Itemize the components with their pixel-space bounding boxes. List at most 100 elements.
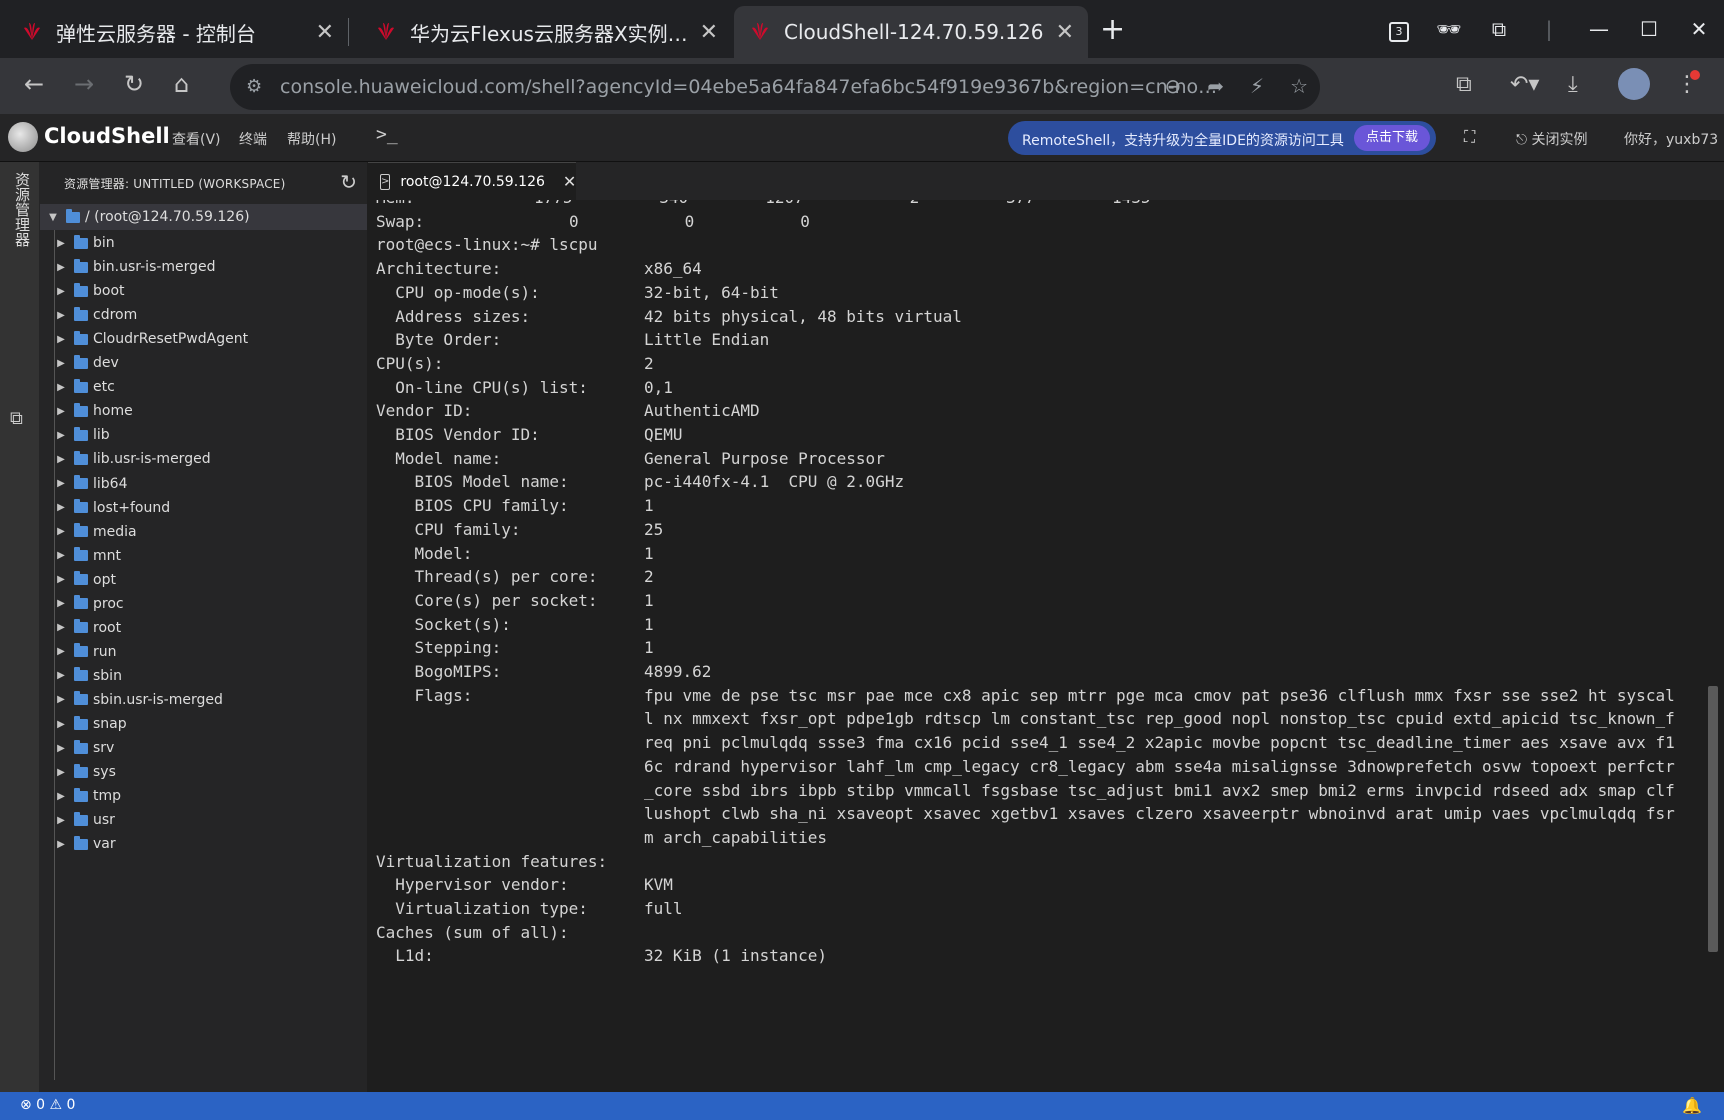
- terminal-line-key: CPU family:: [376, 519, 521, 539]
- browser-tab-flexus[interactable]: 华为云Flexus云服务器X实例 - 控制 ✕: [360, 6, 732, 58]
- terminal-prompt-icon[interactable]: >_: [376, 124, 398, 145]
- browser-tab-label: 华为云Flexus云服务器X实例 - 控制: [410, 21, 692, 46]
- terminal-line-key: Flags:: [376, 685, 473, 705]
- folder-label: tmp: [93, 788, 122, 805]
- chevron-right-icon: ▶: [57, 790, 65, 802]
- tree-folder-item[interactable]: ▶ run: [40, 639, 367, 665]
- folder-label: usr: [93, 812, 115, 829]
- user-greeting[interactable]: 你好，yuxb73: [1624, 129, 1718, 149]
- terminal-line: Flags: fpu vme de pse tsc msr pae mce cx8…: [376, 685, 1675, 712]
- tree-folder-item[interactable]: ▶ proc: [40, 591, 367, 617]
- undo-dropdown-icon[interactable]: ↶▾: [1510, 72, 1539, 97]
- tree-folder-item[interactable]: ▶ lib64: [40, 471, 367, 497]
- terminal-line-value: 1: [644, 614, 654, 634]
- profile-avatar[interactable]: [1618, 68, 1650, 100]
- forward-arrow-icon[interactable]: →: [74, 70, 94, 98]
- download-button[interactable]: 点击下载: [1353, 125, 1430, 151]
- folder-icon: [74, 691, 88, 706]
- close-icon[interactable]: ✕: [316, 20, 334, 45]
- tab-counter-icon[interactable]: 3: [1374, 16, 1424, 42]
- extension-puzzle-icon[interactable]: ⧉: [1474, 17, 1524, 41]
- folder-icon: [74, 282, 88, 297]
- home-icon[interactable]: ⌂: [174, 70, 189, 98]
- editor-tab-bar: > root@124.70.59.126 ✕: [368, 162, 1724, 200]
- explorer-activity-label[interactable]: 资源管理器: [10, 172, 31, 247]
- lightning-icon[interactable]: ⚡: [1250, 74, 1264, 98]
- incognito-icon[interactable]: 🕶: [1424, 17, 1474, 41]
- tree-folder-item[interactable]: ▶ bin.usr-is-merged: [40, 254, 367, 280]
- tree-folder-item[interactable]: ▶ sbin.usr-is-merged: [40, 687, 367, 713]
- close-icon[interactable]: ✕: [1056, 20, 1074, 45]
- address-bar[interactable]: ⚙ console.huaweicloud.com/shell?agencyId…: [230, 64, 1320, 110]
- browser-tab-ecs-console[interactable]: 弹性云服务器 - 控制台 ✕: [6, 6, 348, 58]
- tree-root-item[interactable]: ▼ / (root@124.70.59.126): [40, 204, 367, 230]
- back-arrow-icon[interactable]: ←: [24, 70, 44, 98]
- close-icon[interactable]: ✕: [563, 172, 576, 191]
- url-text[interactable]: console.huaweicloud.com/shell?agencyId=0…: [280, 76, 1220, 98]
- zoom-out-icon[interactable]: ⊖: [1164, 74, 1181, 98]
- problems-indicator[interactable]: ⊗ 0 ⚠ 0: [20, 1097, 75, 1113]
- tree-folder-item[interactable]: ▶ snap: [40, 711, 367, 737]
- folder-icon: [66, 208, 80, 223]
- tree-folder-item[interactable]: ▶ media: [40, 519, 367, 545]
- folder-label: lib: [93, 427, 110, 444]
- tree-folder-item[interactable]: ▶ boot: [40, 278, 367, 304]
- tree-folder-item[interactable]: ▶ sys: [40, 759, 367, 785]
- terminal-scrollbar[interactable]: [1708, 686, 1718, 952]
- close-instance-button[interactable]: ⎋ 关闭实例: [1516, 129, 1588, 149]
- close-icon[interactable]: ✕: [700, 20, 718, 45]
- menu-terminal[interactable]: 终端: [239, 129, 267, 149]
- tree-folder-item[interactable]: ▶ tmp: [40, 783, 367, 809]
- tree-folder-item[interactable]: ▶ lib: [40, 422, 367, 448]
- refresh-icon[interactable]: ↻: [340, 170, 357, 194]
- tree-folder-item[interactable]: ▶ lost+found: [40, 495, 367, 521]
- tree-folder-item[interactable]: ▶ cdrom: [40, 302, 367, 328]
- terminal-output[interactable]: Mem: 1775 340 1207 2 377 1435 Swap: 0 0 0 ro…: [368, 200, 1708, 1092]
- bell-icon[interactable]: 🔔: [1682, 1096, 1702, 1115]
- menu-view[interactable]: 查看(V): [172, 129, 221, 149]
- tree-folder-item[interactable]: ▶ root: [40, 615, 367, 641]
- tree-folder-item[interactable]: ▶ etc: [40, 374, 367, 400]
- terminal-tab[interactable]: > root@124.70.59.126 ✕: [368, 162, 576, 200]
- folder-label: mnt: [93, 547, 121, 564]
- maximize-icon[interactable]: ☐: [1624, 17, 1674, 41]
- window-close-icon[interactable]: ✕: [1674, 17, 1724, 41]
- tree-folder-item[interactable]: ▶ mnt: [40, 543, 367, 569]
- download-icon[interactable]: ⤓: [1568, 72, 1578, 97]
- share-icon[interactable]: ➦: [1207, 74, 1224, 98]
- menu-help[interactable]: 帮助(H): [287, 129, 336, 149]
- terminal-tab-label: root@124.70.59.126: [400, 173, 545, 190]
- reload-icon[interactable]: ↻: [124, 70, 144, 98]
- tree-folder-item[interactable]: ▶ sbin: [40, 663, 367, 689]
- tree-folder-item[interactable]: ▶ var: [40, 831, 367, 857]
- tree-folder-item[interactable]: ▶ lib.usr-is-merged: [40, 446, 367, 472]
- folder-icon: [74, 619, 88, 634]
- folder-icon: [74, 234, 88, 249]
- tree-folder-item[interactable]: ▶ srv: [40, 735, 367, 761]
- tree-folder-item[interactable]: ▶ home: [40, 398, 367, 424]
- fullscreen-icon[interactable]: ⛶: [1464, 127, 1475, 147]
- activity-bar: 资源管理器 ⧉: [0, 162, 40, 1092]
- tree-folder-item[interactable]: ▶ bin: [40, 230, 367, 256]
- tree-folder-item[interactable]: ▶ opt: [40, 567, 367, 593]
- explorer-title: 资源管理器: UNTITLED (WORKSPACE): [64, 177, 286, 191]
- omnibox-actions: ⊖ ➦ ⚡ ☆: [1164, 74, 1308, 98]
- terminal-line-value: m arch_capabilities: [644, 827, 828, 847]
- tree-folder-item[interactable]: ▶ dev: [40, 350, 367, 376]
- site-settings-icon[interactable]: ⚙: [246, 76, 262, 97]
- chevron-right-icon: ▶: [57, 237, 65, 249]
- extensions-icon[interactable]: ⧉: [1456, 72, 1472, 97]
- tree-folder-item[interactable]: ▶ CloudrResetPwdAgent: [40, 326, 367, 352]
- folder-label: lost+found: [93, 499, 171, 516]
- copy-files-icon[interactable]: ⧉: [10, 408, 23, 429]
- browser-tab-cloudshell[interactable]: CloudShell-124.70.59.126 ✕: [734, 6, 1088, 58]
- terminal-line: Virtualization features:: [376, 852, 607, 878]
- terminal-line-key: CPU(s):: [376, 353, 444, 373]
- remoteshell-banner[interactable]: RemoteShell，支持升级为全量IDE的资源访问工具 点击下载: [1008, 121, 1436, 155]
- new-tab-plus-icon[interactable]: +: [1100, 12, 1125, 47]
- folder-label: media: [93, 523, 137, 540]
- terminal-line: Thread(s) per core: 2: [376, 567, 654, 593]
- bookmark-star-icon[interactable]: ☆: [1290, 74, 1308, 98]
- tree-folder-item[interactable]: ▶ usr: [40, 807, 367, 833]
- minimize-icon[interactable]: —: [1574, 17, 1624, 41]
